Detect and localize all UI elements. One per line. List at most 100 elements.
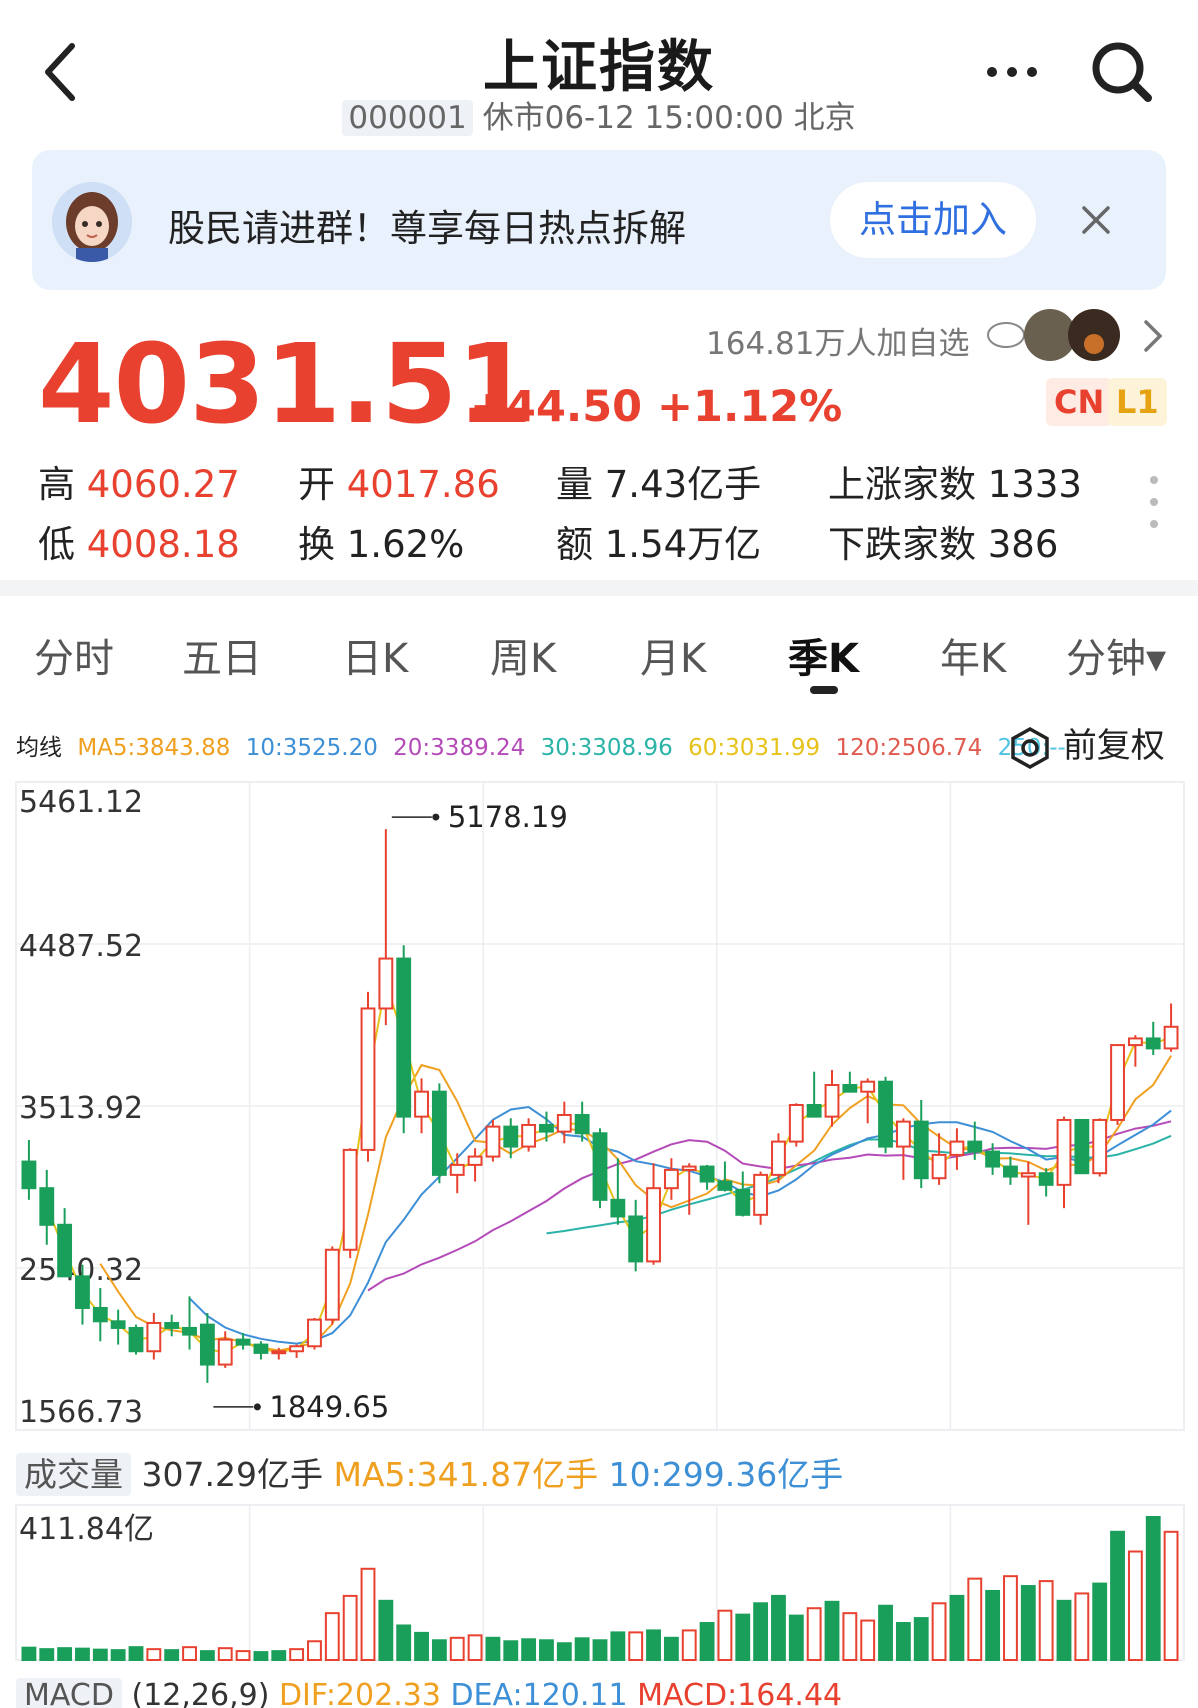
candle-down (592, 1132, 608, 1201)
candle-down (610, 1198, 626, 1218)
more-stats-icon[interactable] (1148, 474, 1160, 534)
volume-bar-down (521, 1638, 537, 1662)
volume-bar-down (92, 1648, 108, 1662)
candle-up (1020, 1172, 1036, 1178)
ma120-value: 120:2506.74 (835, 735, 983, 761)
volume-bar-down (771, 1594, 786, 1661)
banner-text: 股民请进群！尊享每日热点拆解 (168, 207, 686, 250)
candle-down (1003, 1165, 1018, 1178)
market-badge-cn: CN (1046, 378, 1113, 426)
volume-bar-down (592, 1639, 608, 1662)
volume-bar-down (164, 1649, 180, 1662)
stock-code: 000001 (342, 100, 473, 136)
volume-bar-up (842, 1612, 858, 1661)
volume-legend: 成交量 307.29亿手 MA5:341.87亿手 10:299.36亿手 (16, 1448, 843, 1496)
kline-chart[interactable]: 5461.124487.523513.922540.321566.735178.… (0, 770, 1198, 1676)
tab-quarterly-k[interactable]: 季K (788, 626, 859, 684)
volume-bar-up (324, 1612, 340, 1661)
tab-five-day[interactable]: 五日 (182, 626, 262, 684)
candle-up (521, 1123, 537, 1148)
tab-intraday[interactable]: 分时 (34, 626, 114, 684)
search-icon[interactable] (1088, 38, 1156, 106)
tab-yearly-k[interactable]: 年K (940, 626, 1006, 684)
candle-down (985, 1150, 1001, 1168)
volume-bar-up (1003, 1575, 1018, 1662)
join-group-button[interactable]: 点击加入 (830, 182, 1036, 258)
candle-up (663, 1168, 679, 1190)
candle-down (628, 1215, 644, 1263)
candle-down (182, 1326, 197, 1336)
stat-decliners-value: 386 (987, 523, 1059, 566)
stat-advancers-value: 1333 (987, 463, 1082, 506)
volume-bar-up (235, 1650, 251, 1662)
close-icon[interactable] (1078, 202, 1114, 238)
tab-weekly-k[interactable]: 周K (490, 626, 556, 684)
volume-bar-down (699, 1622, 715, 1661)
volume-bar-down (57, 1647, 73, 1662)
more-icon[interactable] (982, 52, 1042, 92)
volume-bar-down (788, 1614, 804, 1661)
candle-up (271, 1350, 287, 1355)
volume-bar-down (735, 1613, 751, 1661)
tab-daily-k[interactable]: 日K (342, 626, 408, 684)
candle-down (735, 1188, 751, 1216)
volume-bar-up (146, 1648, 162, 1662)
candle-up (949, 1140, 965, 1156)
candle-down (396, 957, 412, 1118)
market-status: 休市06-12 15:00:00 北京 (482, 100, 856, 136)
volume-bar-down (503, 1640, 519, 1662)
volume-bar-up (1127, 1550, 1143, 1661)
watchlist-count[interactable]: 164.81万人加自选 (706, 318, 969, 363)
y-axis-tick-label: 1566.73 (19, 1395, 143, 1430)
watcher-avatars[interactable] (986, 306, 1122, 364)
chevron-right-icon[interactable] (1140, 318, 1166, 354)
volume-bar-up (717, 1609, 733, 1661)
candle-up (1092, 1118, 1108, 1175)
candle-down (878, 1080, 893, 1148)
volume-bar-down (1056, 1599, 1072, 1661)
volume-bar-down (878, 1604, 893, 1661)
macd-dea: DEA:120.11 (450, 1678, 628, 1708)
candle-up (289, 1345, 305, 1353)
volume-bar-down (556, 1642, 572, 1662)
volume-bar-down (663, 1636, 679, 1662)
stat-turnover: 换 1.62% (298, 514, 464, 568)
macd-tag: MACD (16, 1678, 122, 1708)
volume-bar-down (539, 1639, 554, 1662)
ma-label: 均线 (16, 735, 62, 761)
stat-low-value: 4008.18 (86, 523, 240, 566)
volume-bar-down (431, 1639, 447, 1662)
tab-monthly-k[interactable]: 月K (640, 626, 706, 684)
volume-bar-down (895, 1622, 911, 1661)
stat-volume-label: 量 (556, 463, 593, 506)
volume-bar-up (806, 1607, 822, 1661)
candle-down (253, 1343, 269, 1354)
candle-up (217, 1338, 233, 1366)
volume-bar-up (449, 1636, 465, 1662)
volume-bar-up (1163, 1530, 1179, 1661)
candle-down (913, 1120, 929, 1180)
candle-down (110, 1320, 126, 1329)
volume-bar-up (217, 1647, 233, 1662)
min-price-label-dot (253, 1403, 261, 1411)
ma10-value: 10:3525.20 (245, 735, 378, 761)
volume-bar-up (967, 1577, 983, 1662)
level-badge-l1: L1 (1108, 378, 1167, 426)
volume-bar-down (753, 1602, 769, 1661)
tab-minute[interactable]: 分钟▾ (1066, 626, 1166, 684)
candle-down (574, 1113, 590, 1135)
price-adjust-toggle[interactable]: 前复权 (1008, 718, 1165, 770)
volume-ma10: 10:299.36亿手 (608, 1455, 844, 1494)
volume-bar-down (39, 1648, 55, 1662)
volume-bar-up (289, 1648, 305, 1662)
change-percent: +1.12% (657, 382, 843, 432)
last-price: 4031.51 (38, 320, 533, 448)
candle-down (57, 1223, 73, 1278)
volume-bar-down (75, 1647, 90, 1662)
stat-decliners: 下跌家数 386 (828, 514, 1058, 568)
candle-down (717, 1180, 733, 1191)
candle-up (360, 1007, 376, 1151)
volume-bar-down (378, 1599, 394, 1661)
price-change: +44.50 +1.12% (470, 382, 842, 432)
stat-high-label: 高 (38, 463, 75, 506)
